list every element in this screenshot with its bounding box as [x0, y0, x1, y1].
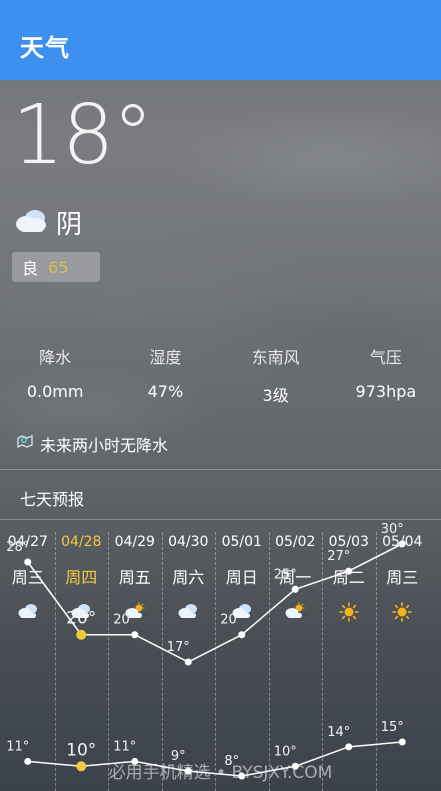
current-condition: 阴 — [14, 204, 82, 241]
high-temp-label: 17° — [167, 640, 190, 655]
divider — [0, 469, 441, 470]
stat-humidity: 湿度 47% — [110, 344, 220, 406]
high-temp-point — [238, 631, 246, 639]
high-temp-label: 30° — [381, 522, 404, 537]
stat-value: 973hpa — [355, 382, 417, 401]
stat-wind: 东南风 3级 — [221, 344, 331, 406]
low-temp-label: 11° — [113, 739, 136, 754]
stat-label: 降水 — [39, 348, 72, 367]
high-temp-point — [24, 558, 32, 566]
app-bar: 天气 — [0, 0, 441, 80]
stat-precipitation: 降水 0.0mm — [0, 344, 110, 406]
low-temp-label: 14° — [327, 725, 350, 740]
high-temp-point — [345, 567, 353, 575]
stat-value: 3级 — [262, 386, 289, 405]
high-temp-label: 27° — [327, 549, 350, 564]
current-temperature: 18° — [12, 88, 153, 183]
high-temp-point — [398, 540, 406, 548]
rain-notice[interactable]: 未来两小时无降水 — [16, 432, 168, 456]
high-temp-label: 20° — [113, 613, 136, 628]
stat-value: 0.0mm — [26, 382, 84, 401]
high-temp-label: 20° — [220, 613, 243, 628]
aqi-badge[interactable]: 良 65 — [12, 252, 100, 282]
forecast-title: 七天预报 — [20, 490, 85, 509]
high-temp-label: 28° — [6, 540, 29, 555]
high-temp-point — [184, 658, 192, 666]
stat-label: 湿度 — [149, 348, 182, 367]
low-temp-point — [398, 738, 406, 746]
high-temp-point — [131, 631, 139, 639]
high-temp-point — [76, 629, 87, 640]
stat-pressure: 气压 973hpa — [331, 344, 441, 406]
app-title: 天气 — [20, 34, 70, 62]
rain-map-icon — [16, 433, 34, 455]
high-temp-point — [291, 585, 299, 593]
aqi-value: 65 — [48, 257, 69, 277]
high-temp-label: 25° — [274, 567, 297, 582]
watermark: 必用手机精选 • BYSJXY.COM — [108, 763, 333, 783]
condition-text: 阴 — [56, 210, 83, 240]
rain-notice-text: 未来两小时无降水 — [40, 436, 169, 455]
stat-label: 东南风 — [251, 348, 300, 367]
cloud-icon — [14, 208, 48, 238]
stat-label: 气压 — [369, 348, 402, 367]
low-temp-label: 11° — [6, 739, 29, 754]
temperature-chart: 28°20° 20°17°20°25°27°30°11° 10° 11°9° 8°10°… — [6, 522, 406, 780]
weather-stats: 降水 0.0mm 湿度 47% 东南风 3级 气压 973hpa — [0, 344, 441, 406]
stat-value: 47% — [147, 382, 184, 401]
aqi-label: 良 — [22, 259, 39, 278]
low-temp-point — [345, 743, 353, 751]
low-temp-label: 15° — [381, 720, 404, 735]
high-temp-label: 20° — [66, 609, 96, 629]
